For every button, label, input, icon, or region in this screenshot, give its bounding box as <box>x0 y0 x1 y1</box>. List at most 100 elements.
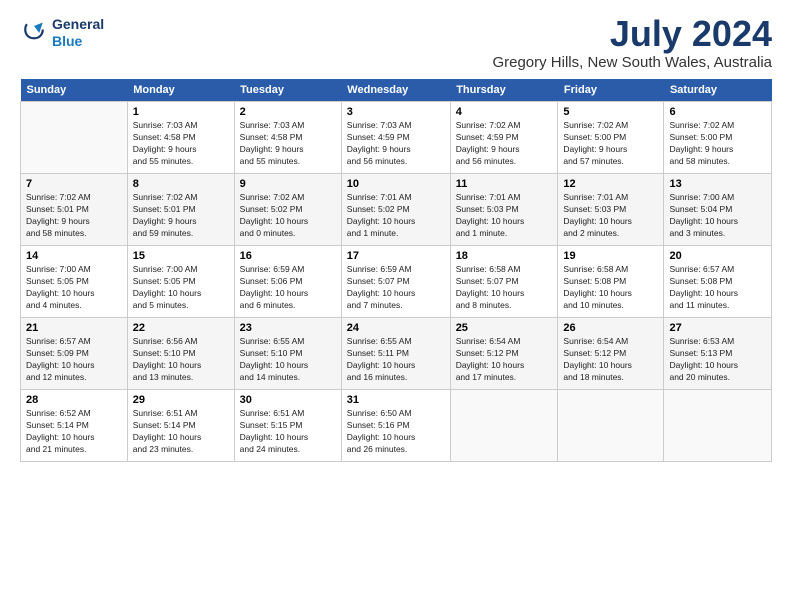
day-cell: 24 Sunrise: 6:55 AMSunset: 5:11 PMDayligh… <box>341 318 450 390</box>
logo-text: General Blue <box>52 16 104 50</box>
day-number: 12 <box>563 178 658 190</box>
day-cell <box>558 390 664 462</box>
day-number: 1 <box>133 106 229 118</box>
day-cell: 18 Sunrise: 6:58 AMSunset: 5:07 PMDayligh… <box>450 246 558 318</box>
day-info: Sunrise: 7:02 AMSunset: 5:01 PMDaylight:… <box>133 192 229 240</box>
day-number: 3 <box>347 106 445 118</box>
day-cell <box>450 390 558 462</box>
day-number: 11 <box>456 178 553 190</box>
day-info: Sunrise: 7:03 AMSunset: 4:58 PMDaylight:… <box>240 120 336 168</box>
day-number: 25 <box>456 322 553 334</box>
day-info: Sunrise: 6:50 AMSunset: 5:16 PMDaylight:… <box>347 408 445 456</box>
day-number: 9 <box>240 178 336 190</box>
title-block: July 2024 Gregory Hills, New South Wales… <box>492 16 772 71</box>
day-cell: 30 Sunrise: 6:51 AMSunset: 5:15 PMDayligh… <box>234 390 341 462</box>
day-cell: 28 Sunrise: 6:52 AMSunset: 5:14 PMDayligh… <box>21 390 128 462</box>
day-cell: 9Sunrise: 7:02 AMSunset: 5:02 PMDaylight… <box>234 174 341 246</box>
day-number: 21 <box>26 322 122 334</box>
day-info: Sunrise: 6:55 AMSunset: 5:11 PMDaylight:… <box>347 336 445 384</box>
day-cell: 13Sunrise: 7:00 AMSunset: 5:04 PMDayligh… <box>664 174 772 246</box>
day-cell: 21Sunrise: 6:57 AMSunset: 5:09 PMDayligh… <box>21 318 128 390</box>
day-info: Sunrise: 6:54 AMSunset: 5:12 PMDaylight:… <box>563 336 658 384</box>
header-monday: Monday <box>127 79 234 102</box>
day-number: 29 <box>133 394 229 406</box>
day-number: 19 <box>563 250 658 262</box>
day-info: Sunrise: 7:01 AMSunset: 5:02 PMDaylight:… <box>347 192 445 240</box>
calendar-table: Sunday Monday Tuesday Wednesday Thursday… <box>20 79 772 462</box>
day-number: 23 <box>240 322 336 334</box>
header-row: Sunday Monday Tuesday Wednesday Thursday… <box>21 79 772 102</box>
header-friday: Friday <box>558 79 664 102</box>
day-info: Sunrise: 7:03 AMSunset: 4:58 PMDaylight:… <box>133 120 229 168</box>
day-cell: 17 Sunrise: 6:59 AMSunset: 5:07 PMDayligh… <box>341 246 450 318</box>
day-cell: 15 Sunrise: 7:00 AMSunset: 5:05 PMDayligh… <box>127 246 234 318</box>
day-number: 24 <box>347 322 445 334</box>
day-number: 22 <box>133 322 229 334</box>
day-cell: 5Sunrise: 7:02 AMSunset: 5:00 PMDaylight… <box>558 102 664 174</box>
day-info: Sunrise: 6:57 AMSunset: 5:08 PMDaylight:… <box>669 264 766 312</box>
day-number: 18 <box>456 250 553 262</box>
day-cell <box>21 102 128 174</box>
day-number: 26 <box>563 322 658 334</box>
day-info: Sunrise: 6:58 AMSunset: 5:07 PMDaylight:… <box>456 264 553 312</box>
day-number: 30 <box>240 394 336 406</box>
week-row-3: 14 Sunrise: 7:00 AMSunset: 5:05 PMDayligh… <box>21 246 772 318</box>
week-row-2: 7 Sunrise: 7:02 AMSunset: 5:01 PMDaylight… <box>21 174 772 246</box>
day-number: 27 <box>669 322 766 334</box>
day-number: 31 <box>347 394 445 406</box>
day-info: Sunrise: 7:02 AMSunset: 5:01 PMDaylight:… <box>26 192 122 240</box>
day-cell: 12 Sunrise: 7:01 AMSunset: 5:03 PMDayligh… <box>558 174 664 246</box>
day-number: 8 <box>133 178 229 190</box>
day-cell: 2 Sunrise: 7:03 AMSunset: 4:58 PMDaylight… <box>234 102 341 174</box>
day-cell: 22Sunrise: 6:56 AMSunset: 5:10 PMDayligh… <box>127 318 234 390</box>
header-saturday: Saturday <box>664 79 772 102</box>
day-number: 15 <box>133 250 229 262</box>
day-info: Sunrise: 7:01 AMSunset: 5:03 PMDaylight:… <box>563 192 658 240</box>
logo: General Blue <box>20 16 104 50</box>
day-cell: 25 Sunrise: 6:54 AMSunset: 5:12 PMDayligh… <box>450 318 558 390</box>
day-number: 4 <box>456 106 553 118</box>
day-info: Sunrise: 7:03 AMSunset: 4:59 PMDaylight:… <box>347 120 445 168</box>
day-number: 14 <box>26 250 122 262</box>
header-tuesday: Tuesday <box>234 79 341 102</box>
logo-icon <box>20 19 48 47</box>
day-info: Sunrise: 6:53 AMSunset: 5:13 PMDaylight:… <box>669 336 766 384</box>
day-info: Sunrise: 7:02 AMSunset: 5:00 PMDaylight:… <box>669 120 766 168</box>
day-number: 10 <box>347 178 445 190</box>
day-cell <box>664 390 772 462</box>
day-cell: 23 Sunrise: 6:55 AMSunset: 5:10 PMDayligh… <box>234 318 341 390</box>
location-title: Gregory Hills, New South Wales, Australi… <box>492 54 772 71</box>
header: General Blue July 2024 Gregory Hills, Ne… <box>20 16 772 71</box>
day-number: 6 <box>669 106 766 118</box>
day-info: Sunrise: 6:54 AMSunset: 5:12 PMDaylight:… <box>456 336 553 384</box>
day-cell: 1 Sunrise: 7:03 AMSunset: 4:58 PMDaylight… <box>127 102 234 174</box>
day-number: 7 <box>26 178 122 190</box>
day-info: Sunrise: 7:02 AMSunset: 4:59 PMDaylight:… <box>456 120 553 168</box>
day-cell: 4 Sunrise: 7:02 AMSunset: 4:59 PMDaylight… <box>450 102 558 174</box>
day-info: Sunrise: 7:00 AMSunset: 5:05 PMDaylight:… <box>133 264 229 312</box>
day-cell: 6 Sunrise: 7:02 AMSunset: 5:00 PMDaylight… <box>664 102 772 174</box>
week-row-4: 21Sunrise: 6:57 AMSunset: 5:09 PMDayligh… <box>21 318 772 390</box>
day-info: Sunrise: 6:59 AMSunset: 5:07 PMDaylight:… <box>347 264 445 312</box>
day-info: Sunrise: 7:00 AMSunset: 5:05 PMDaylight:… <box>26 264 122 312</box>
day-number: 17 <box>347 250 445 262</box>
day-cell: 16Sunrise: 6:59 AMSunset: 5:06 PMDayligh… <box>234 246 341 318</box>
day-info: Sunrise: 6:51 AMSunset: 5:15 PMDaylight:… <box>240 408 336 456</box>
day-number: 16 <box>240 250 336 262</box>
day-cell: 14 Sunrise: 7:00 AMSunset: 5:05 PMDayligh… <box>21 246 128 318</box>
day-cell: 26 Sunrise: 6:54 AMSunset: 5:12 PMDayligh… <box>558 318 664 390</box>
day-cell: 10 Sunrise: 7:01 AMSunset: 5:02 PMDayligh… <box>341 174 450 246</box>
day-info: Sunrise: 6:55 AMSunset: 5:10 PMDaylight:… <box>240 336 336 384</box>
day-cell: 19 Sunrise: 6:58 AMSunset: 5:08 PMDayligh… <box>558 246 664 318</box>
day-info: Sunrise: 6:52 AMSunset: 5:14 PMDaylight:… <box>26 408 122 456</box>
day-number: 28 <box>26 394 122 406</box>
month-title: July 2024 <box>492 16 772 52</box>
day-info: Sunrise: 6:58 AMSunset: 5:08 PMDaylight:… <box>563 264 658 312</box>
header-wednesday: Wednesday <box>341 79 450 102</box>
day-number: 20 <box>669 250 766 262</box>
day-info: Sunrise: 7:02 AMSunset: 5:00 PMDaylight:… <box>563 120 658 168</box>
day-number: 2 <box>240 106 336 118</box>
page: General Blue July 2024 Gregory Hills, Ne… <box>0 0 792 612</box>
day-number: 13 <box>669 178 766 190</box>
week-row-1: 1 Sunrise: 7:03 AMSunset: 4:58 PMDaylight… <box>21 102 772 174</box>
